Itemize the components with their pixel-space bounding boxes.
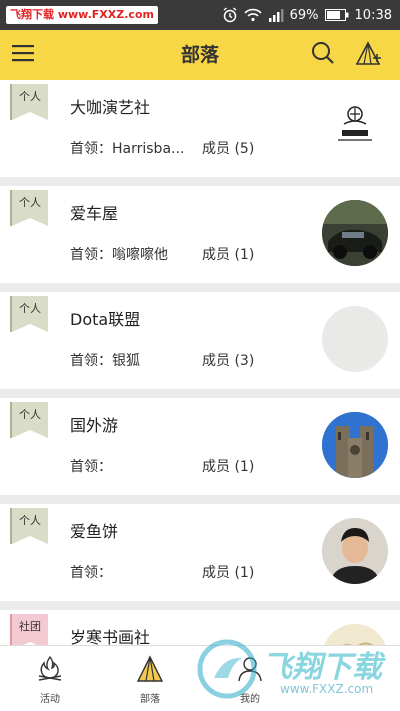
site-watermark: 飞翔下载 www.FXXZ.com <box>192 634 392 708</box>
tribe-members: 成员 (1) <box>202 565 255 581</box>
tribe-card[interactable]: 个人 大咖演艺社 首领：Harrisba... 成员 (5) <box>0 80 400 177</box>
nav-tribe[interactable]: 部落 <box>120 650 180 708</box>
app-header: 部落 <box>0 30 400 80</box>
watermark-title: 飞翔下载 <box>262 650 382 685</box>
battery-percent: 69% <box>289 7 319 23</box>
tribe-avatar[interactable] <box>322 200 388 266</box>
campfire-icon <box>20 654 80 684</box>
tribe-type-tag: 个人 <box>10 190 48 226</box>
tribe-members: 成员 (3) <box>202 353 255 369</box>
nav-label: 活动 <box>40 694 60 705</box>
nav-activity[interactable]: 活动 <box>20 650 80 708</box>
add-tent-icon <box>355 40 383 70</box>
search-button[interactable] <box>308 40 338 70</box>
tribe-members: 成员 (5) <box>202 141 255 157</box>
tribe-name: 爱车屋 <box>70 204 119 223</box>
tribe-type-tag: 社团 <box>10 614 48 645</box>
tribe-card[interactable]: 个人 Dota联盟 首领：银狐 成员 (3) <box>0 292 400 389</box>
person-photo-avatar-image <box>322 518 388 584</box>
tribe-leader: 首领： <box>70 565 112 581</box>
tribe-name: 国外游 <box>70 416 119 435</box>
watermark-url: www.FXXZ.com <box>280 682 374 696</box>
signal-icon <box>268 8 284 22</box>
clock: 10:38 <box>354 7 392 23</box>
page-title: 部落 <box>180 44 219 66</box>
tribe-avatar[interactable] <box>322 518 388 584</box>
logo-avatar-image <box>338 106 372 141</box>
tribe-card[interactable]: 个人 爱鱼饼 首领： 成员 (1) <box>0 504 400 601</box>
tribe-card[interactable]: 个人 国外游 首领： 成员 (1) <box>0 398 400 495</box>
tribe-card[interactable]: 个人 爱车屋 首领：嗡嚓嚓他 成员 (1) <box>0 186 400 283</box>
wifi-icon <box>244 8 262 22</box>
tribe-name: 大咖演艺社 <box>70 98 151 117</box>
tribe-list: 个人 大咖演艺社 首领：Harrisba... 成员 (5) 个人 爱车屋 首领… <box>0 80 400 645</box>
tribe-name: Dota联盟 <box>70 310 141 329</box>
search-icon <box>311 41 335 69</box>
status-icons: 69% 10:38 <box>222 0 392 30</box>
tribe-leader: 首领：嗡嚓嚓他 <box>70 247 168 263</box>
tribe-avatar[interactable] <box>322 306 388 372</box>
tribe-type-tag: 个人 <box>10 508 48 544</box>
cathedral-photo-avatar-image <box>322 412 388 478</box>
watermark-label: 飞翔下载 www.FXXZ.com <box>6 6 158 24</box>
tribe-avatar[interactable] <box>322 412 388 478</box>
tribe-leader: 首领： <box>70 459 112 475</box>
tent-icon <box>120 654 180 684</box>
tribe-members: 成员 (1) <box>202 459 255 475</box>
tribe-type-tag: 个人 <box>10 402 48 438</box>
nav-label: 部落 <box>140 694 160 705</box>
tribe-avatar[interactable] <box>322 94 388 160</box>
tribe-leader: 首领：Harrisba... <box>70 141 185 157</box>
status-bar: 飞翔下载 www.FXXZ.com 69% 10:38 <box>0 0 400 30</box>
car-photo-avatar-image <box>322 200 388 266</box>
tribe-name: 岁寒书画社 <box>70 628 151 645</box>
tribe-members: 成员 (1) <box>202 247 255 263</box>
create-tribe-button[interactable] <box>354 40 384 70</box>
tribe-name: 爱鱼饼 <box>70 522 119 541</box>
tribe-leader: 首领：银狐 <box>70 353 140 369</box>
tribe-type-tag: 个人 <box>10 84 48 120</box>
alarm-icon <box>222 7 238 23</box>
tribe-type-tag: 个人 <box>10 296 48 332</box>
battery-icon <box>324 9 349 21</box>
